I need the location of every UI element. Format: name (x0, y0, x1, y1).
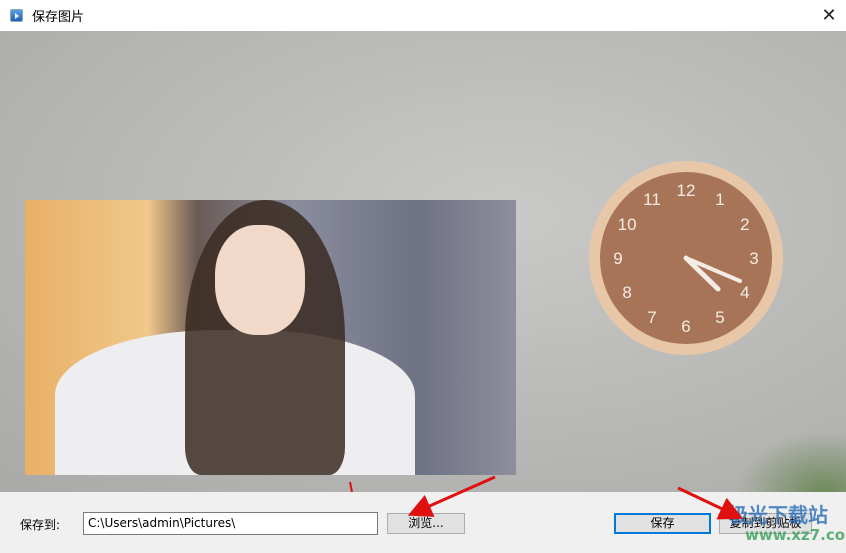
plant-decoration (736, 432, 846, 492)
watermark-name: 极光下载站 (728, 503, 828, 527)
clock-number: 3 (749, 249, 758, 268)
app-icon (10, 9, 23, 22)
clock-number: 6 (681, 317, 690, 336)
clock-number: 10 (618, 215, 637, 234)
close-button[interactable]: ✕ (812, 0, 846, 31)
browse-button[interactable]: 浏览... (387, 513, 465, 534)
title-bar: 保存图片 ✕ (0, 0, 846, 31)
clock-number: 5 (715, 308, 724, 327)
clock-number: 9 (613, 249, 622, 268)
save-panel: 保存到: C:\Users\admin\Pictures\ 浏览... 保存 复… (0, 492, 846, 553)
wall-clock: 12 1234567891011 (589, 161, 783, 355)
image-preview: 12 1 2 3 4 5 6 7 8 9 10 11 (0, 31, 846, 492)
clock-number: 2 (740, 215, 749, 234)
clock-number: 8 (622, 283, 631, 302)
clock-number: 11 (643, 190, 661, 209)
clock-number: 4 (740, 283, 749, 302)
save-to-label: 保存到: (20, 518, 61, 532)
clock-number: 1 (715, 190, 724, 209)
clock-number: 12 (677, 181, 696, 200)
clock-number: 7 (647, 308, 656, 327)
save-button[interactable]: 保存 (614, 513, 711, 534)
save-path-input[interactable]: C:\Users\admin\Pictures\ (83, 512, 378, 535)
window-title: 保存图片 (32, 10, 85, 25)
watermark-url: www.xz7.com (745, 526, 846, 544)
